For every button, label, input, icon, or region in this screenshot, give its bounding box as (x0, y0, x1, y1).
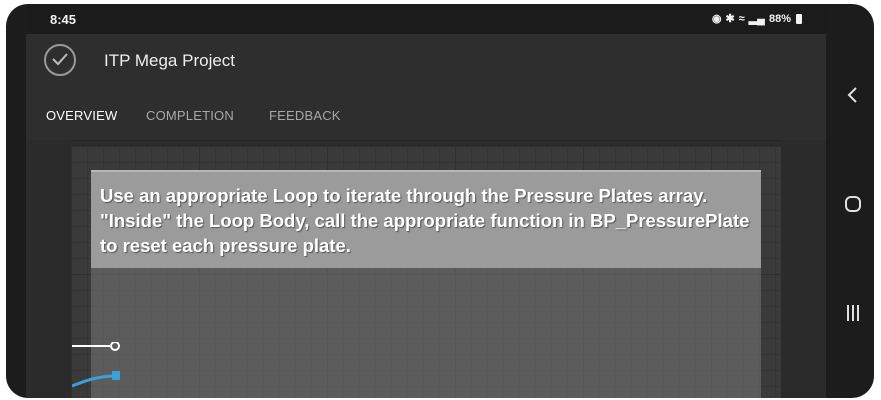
data-wire (72, 374, 113, 388)
comment-text: Use an appropriate Loop to iterate throu… (100, 185, 750, 256)
comment-node-body[interactable] (91, 266, 761, 398)
home-nav-icon[interactable] (842, 193, 864, 215)
tab-feedback[interactable]: FEEDBACK (269, 108, 341, 123)
complete-button[interactable] (44, 44, 76, 76)
wifi-icon: ≈ (738, 12, 745, 25)
check-icon (52, 53, 68, 66)
recents-nav-icon[interactable] (842, 302, 864, 324)
status-icons: ◉ ✱ ≈ ▂▄ 88% (712, 12, 802, 25)
node-wires (72, 342, 120, 388)
app-bar: ITP Mega Project (26, 34, 826, 90)
page-title: ITP Mega Project (104, 51, 236, 70)
canvas-right-margin (781, 140, 826, 398)
tab-bar: OVERVIEW COMPLETION FEEDBACK (26, 90, 826, 141)
status-bar: 8:45 ◉ ✱ ≈ ▂▄ 88% (26, 6, 826, 34)
exec-pin[interactable] (110, 342, 120, 351)
android-nav-bar (830, 4, 874, 398)
comment-node-header[interactable]: Use an appropriate Loop to iterate throu… (91, 170, 761, 268)
data-pin[interactable] (112, 371, 120, 380)
signal-icon: ▂▄ (748, 13, 765, 25)
back-nav-icon[interactable] (842, 84, 864, 106)
tab-overview[interactable]: OVERVIEW (46, 108, 117, 123)
battery-icon (796, 13, 802, 24)
bluetooth-icon: ✱ (725, 13, 735, 25)
battery-percentage: 88% (768, 12, 791, 25)
phone-frame: 8:45 ◉ ✱ ≈ ▂▄ 88% ITP Mega Project OVERV… (6, 4, 874, 398)
canvas-left-margin (26, 140, 71, 398)
status-time: 8:45 (50, 12, 77, 27)
notification-icon: ◉ (711, 13, 722, 25)
tab-completion[interactable]: COMPLETION (146, 108, 234, 123)
app-screen: 8:45 ◉ ✱ ≈ ▂▄ 88% ITP Mega Project OVERV… (26, 6, 826, 398)
